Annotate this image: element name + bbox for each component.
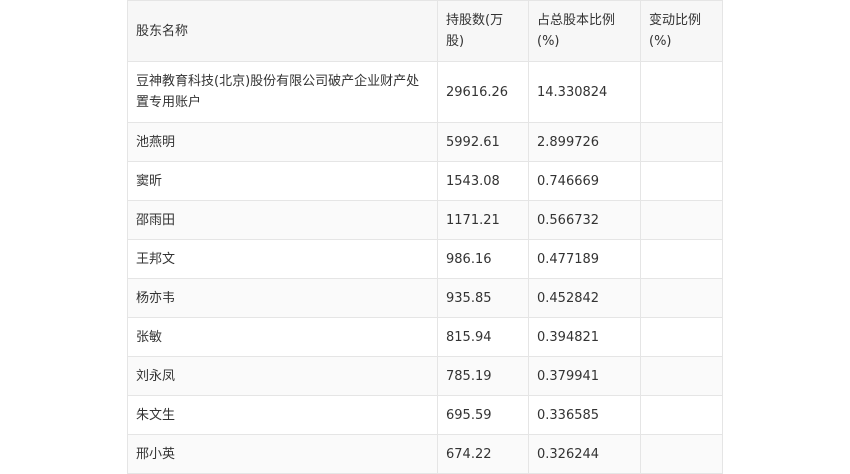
cell-shareholder-name: 池燕明 <box>127 122 438 162</box>
cell-change-ratio <box>640 161 723 201</box>
cell-shares-held: 1543.08 <box>437 161 529 201</box>
cell-change-ratio <box>640 395 723 435</box>
cell-shareholder-name: 豆神教育科技(北京)股份有限公司破产企业财产处置专用账户 <box>127 61 438 123</box>
cell-share-ratio: 0.336585 <box>528 395 641 435</box>
cell-change-ratio <box>640 239 723 279</box>
header-share-ratio: 占总股本比例(%) <box>528 0 641 62</box>
cell-shareholder-name: 邵雨田 <box>127 200 438 240</box>
cell-change-ratio <box>640 278 723 318</box>
cell-share-ratio: 14.330824 <box>528 61 641 123</box>
table-row: 杨亦韦 935.85 0.452842 <box>127 278 723 318</box>
cell-share-ratio: 0.566732 <box>528 200 641 240</box>
cell-shares-held: 5992.61 <box>437 122 529 162</box>
cell-change-ratio <box>640 200 723 240</box>
cell-change-ratio <box>640 122 723 162</box>
cell-share-ratio: 0.452842 <box>528 278 641 318</box>
table-row: 刘永凤 785.19 0.379941 <box>127 356 723 396</box>
table-header-row: 股东名称 持股数(万股) 占总股本比例(%) 变动比例(%) <box>127 0 723 62</box>
cell-shares-held: 1171.21 <box>437 200 529 240</box>
table-row: 王邦文 986.16 0.477189 <box>127 239 723 279</box>
cell-share-ratio: 0.394821 <box>528 317 641 357</box>
cell-change-ratio <box>640 317 723 357</box>
cell-shares-held: 986.16 <box>437 239 529 279</box>
cell-shares-held: 815.94 <box>437 317 529 357</box>
table-row: 邵雨田 1171.21 0.566732 <box>127 200 723 240</box>
table-row: 朱文生 695.59 0.336585 <box>127 395 723 435</box>
cell-shares-held: 674.22 <box>437 434 529 474</box>
table-row: 张敏 815.94 0.394821 <box>127 317 723 357</box>
cell-shareholder-name: 窦昕 <box>127 161 438 201</box>
table-row: 豆神教育科技(北京)股份有限公司破产企业财产处置专用账户 29616.26 14… <box>127 61 723 123</box>
cell-change-ratio <box>640 434 723 474</box>
cell-share-ratio: 0.477189 <box>528 239 641 279</box>
cell-shares-held: 29616.26 <box>437 61 529 123</box>
cell-shareholder-name: 王邦文 <box>127 239 438 279</box>
table-row: 池燕明 5992.61 2.899726 <box>127 122 723 162</box>
header-shareholder-name: 股东名称 <box>127 0 438 62</box>
cell-shareholder-name: 朱文生 <box>127 395 438 435</box>
cell-shareholder-name: 刘永凤 <box>127 356 438 396</box>
cell-shareholder-name: 张敏 <box>127 317 438 357</box>
cell-shares-held: 785.19 <box>437 356 529 396</box>
cell-shares-held: 935.85 <box>437 278 529 318</box>
table-row: 邢小英 674.22 0.326244 <box>127 434 723 474</box>
header-shares-held: 持股数(万股) <box>437 0 529 62</box>
shareholder-table-container: 股东名称 持股数(万股) 占总股本比例(%) 变动比例(%) 豆神教育科技(北京… <box>127 0 723 474</box>
cell-change-ratio <box>640 61 723 123</box>
cell-shares-held: 695.59 <box>437 395 529 435</box>
cell-share-ratio: 2.899726 <box>528 122 641 162</box>
cell-share-ratio: 0.379941 <box>528 356 641 396</box>
cell-change-ratio <box>640 356 723 396</box>
header-change-ratio: 变动比例(%) <box>640 0 723 62</box>
cell-shareholder-name: 邢小英 <box>127 434 438 474</box>
shareholder-table: 股东名称 持股数(万股) 占总股本比例(%) 变动比例(%) 豆神教育科技(北京… <box>127 0 723 474</box>
cell-share-ratio: 0.326244 <box>528 434 641 474</box>
cell-share-ratio: 0.746669 <box>528 161 641 201</box>
table-row: 窦昕 1543.08 0.746669 <box>127 161 723 201</box>
cell-shareholder-name: 杨亦韦 <box>127 278 438 318</box>
